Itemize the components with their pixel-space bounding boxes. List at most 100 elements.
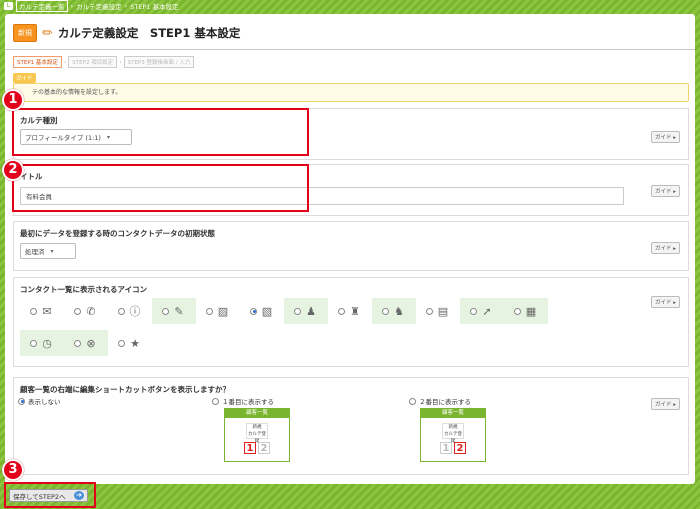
icon-option[interactable]: ⓘ [108,298,152,324]
step-3: STEP3 登録後画面 / 入力 [123,56,195,68]
radio-button[interactable] [30,339,37,347]
image-icon: ▨ [217,304,229,318]
documents-icon: ▤ [437,304,449,318]
cancel-icon: ⊗ [86,336,96,350]
breadcrumb-item-setting[interactable]: カルテ定義設定 [76,1,122,11]
preview-num: 1 [244,442,256,454]
breadcrumb-separator-icon: › [70,2,74,10]
initial-state-value: 処理済 [25,248,45,256]
chevron-down-icon: ▾ [50,247,54,255]
icon-option[interactable]: ◷ [20,330,64,356]
highlight-frame-2 [12,164,309,212]
section-shortcut: 顧客一覧の右端に編集ショートカットボタンを表示しますか？ ガイド ▸ 表示しない… [13,377,689,475]
radio-button[interactable] [118,307,125,315]
guide-button[interactable]: ガイド ▸ [650,242,680,254]
calendar-icon: ▦ [525,304,537,318]
shortcut-option-label: 表示しない [28,398,61,406]
breadcrumb-item-step1: STEP1 基本設定 [130,3,179,11]
radio-button[interactable] [18,397,25,405]
icon-option[interactable]: ✉ [20,298,64,324]
radio-button[interactable] [162,307,169,315]
step-2: STEP2 項目設定 [68,56,118,68]
icon-option[interactable]: ▧ [240,298,284,324]
highlight-frame-1 [12,108,309,156]
guide-tag: ガイド [13,73,36,83]
preview-num: 2 [454,442,466,454]
initial-state-select[interactable]: 処理済 ▾ [20,243,76,259]
radio-button[interactable] [250,307,257,315]
shortcut-label: 顧客一覧の右端に編集ショートカットボタンを表示しますか？ [20,385,230,394]
guide-button[interactable]: ガイド ▸ [650,185,680,197]
icons-label: コンタクト一覧に表示されるアイコン [20,285,148,294]
radio-button[interactable] [514,307,521,315]
shortcut-option-label: １番目に表示する [222,398,274,406]
radio-button[interactable] [74,339,81,347]
guide-text: テの基本的な情報を設定します。 [13,83,689,102]
preview-num: 1 [440,442,452,454]
person-badge-icon: ♜ [350,304,360,318]
note-icon: ▧ [261,304,273,318]
icon-option[interactable]: ✎ [152,298,196,324]
icon-option[interactable]: ▤ [416,298,460,324]
icon-option[interactable]: ⊗ [64,330,108,356]
step-1: STEP1 基本設定 [13,56,62,68]
icon-option[interactable]: ♞ [372,298,416,324]
shortcut-preview-second: 顧客一覧 新規 カルテ登録 1 2 [420,408,486,462]
section-icons: コンタクト一覧に表示されるアイコン ガイド ▸ ✉ ✆ ⓘ ✎ ▨ ▧ ♟ ♜ ♞ ▤ ➚ ▦ ◷ ⊗ ★ [13,277,689,367]
shortcut-option-none[interactable]: 表示しない [18,396,61,406]
person-icon: ♟ [306,304,316,318]
pencil-icon: ✏ [42,25,53,41]
shortcut-preview-first: 顧客一覧 新規 カルテ登録 1 2 [224,408,290,462]
main-panel: 新規 ✏ カルテ定義設定 STEP1 基本設定 STEP1 基本設定 › STE… [5,14,695,484]
shortcut-option-first[interactable]: １番目に表示する [212,396,274,406]
radio-button[interactable] [74,307,81,315]
pencil-icon: ✎ [174,304,184,318]
radio-button[interactable] [206,307,213,315]
new-badge: 新規 [13,24,37,42]
star-icon: ★ [130,336,140,350]
divider [5,49,695,50]
shortcut-option-second[interactable]: ２番目に表示する [409,396,471,406]
shortcut-option-label: ２番目に表示する [419,398,471,406]
preview-mini-button: 新規 カルテ登録 [442,423,464,444]
guide-button[interactable]: ガイド ▸ [650,398,680,410]
preview-header: 顧客一覧 [225,409,289,418]
icon-option[interactable]: ➚ [460,298,504,324]
step-arrow-icon: › [63,58,67,66]
icon-option[interactable]: ▦ [504,298,548,324]
envelope-icon: ✉ [42,304,52,318]
radio-button[interactable] [470,307,477,315]
breadcrumb-item-list[interactable]: カルテ定義一覧 [16,0,68,12]
radio-button[interactable] [118,339,125,347]
guide-button[interactable]: ガイド ▸ [650,296,680,308]
marker-2: 2 [2,159,24,181]
icon-option[interactable]: ▨ [196,298,240,324]
icon-option[interactable]: ★ [108,330,152,356]
icon-option[interactable]: ✆ [64,298,108,324]
page-title: カルテ定義設定 STEP1 基本設定 [57,26,241,40]
icon-option[interactable]: ♜ [328,298,372,324]
icon-option[interactable]: ♟ [284,298,328,324]
radio-button[interactable] [409,397,416,405]
icon-options-row: ✉ ✆ ⓘ ✎ ▨ ▧ ♟ ♜ ♞ ▤ ➚ ▦ [20,298,548,324]
step-arrow-icon: › [119,58,122,66]
radio-button[interactable] [30,307,37,315]
highlight-frame-3 [4,482,96,508]
page-header: 新規 ✏ カルテ定義設定 STEP1 基本設定 [13,24,240,42]
step-indicator: STEP1 基本設定 › STEP2 項目設定 › STEP3 登録後画面 / … [13,56,195,68]
people-icon: ♞ [394,304,404,318]
radio-button[interactable] [212,397,219,405]
preview-num: 2 [258,442,270,454]
radio-button[interactable] [294,307,301,315]
marker-1: 1 [2,89,24,111]
initial-state-label: 最初にデータを登録する時のコンタクトデータの初期状態 [20,229,215,238]
preview-mini-button: 新規 カルテ登録 [246,423,268,444]
radio-button[interactable] [382,307,389,315]
home-icon[interactable]: L [4,2,13,10]
radio-button[interactable] [338,307,345,315]
radio-button[interactable] [426,307,433,315]
phone-icon: ✆ [86,304,96,318]
guide-button[interactable]: ガイド ▸ [650,131,680,143]
arrow-icon: ➚ [482,304,492,318]
icon-options-row: ◷ ⊗ ★ [20,330,152,356]
